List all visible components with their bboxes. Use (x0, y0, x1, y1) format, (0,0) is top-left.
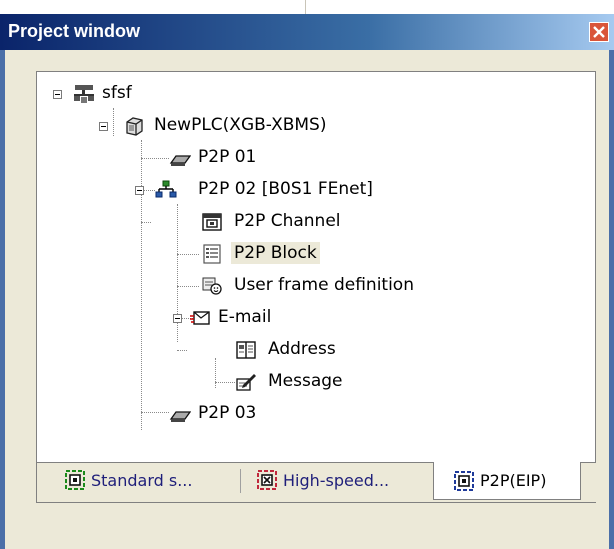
tree-item-label: Message (268, 371, 343, 391)
plc-cube-icon (126, 117, 143, 136)
window-title: Project window (8, 21, 141, 41)
tree-item-email[interactable]: E-mail (37, 306, 337, 330)
high-speed-icon (257, 470, 277, 490)
tree-item-p2p-03[interactable]: P2P 03 (37, 402, 257, 426)
tab-label: Standard s... (91, 470, 193, 490)
block-list-icon (203, 244, 221, 264)
tab-label: P2P(EIP) (480, 471, 547, 490)
tree-item-label: sfsf (102, 83, 132, 103)
message-edit-icon (236, 374, 256, 391)
tree-item-sfsf[interactable]: sfsf (37, 82, 237, 106)
tab-label: High-speed... (283, 470, 390, 490)
tree-item-label: P2P 01 (198, 147, 257, 167)
project-window: Project window sfsf NewPLC(XGB-XBMS) P2P… (0, 14, 614, 549)
channel-icon (202, 213, 222, 231)
tab-bar: Standard s... High-speed... P2P(EIP) (36, 462, 596, 503)
tree-item-label: E-mail (218, 307, 272, 327)
tree-item-user-frame-definition[interactable]: User frame definition (37, 274, 477, 298)
collapse-toggle[interactable] (173, 314, 182, 323)
tree-item-p2p-channel[interactable]: P2P Channel (37, 210, 397, 234)
window-right-border (609, 50, 614, 549)
close-button[interactable] (589, 22, 609, 42)
address-book-icon (236, 341, 256, 359)
close-icon (593, 26, 605, 38)
title-bar[interactable]: Project window (0, 14, 614, 50)
email-icon (190, 311, 210, 325)
tab-standard-settings[interactable]: Standard s... (65, 463, 192, 497)
tab-p2p-eip[interactable]: P2P(EIP) (433, 462, 581, 500)
tree-item-label: Address (268, 339, 336, 359)
collapse-toggle[interactable] (53, 90, 62, 99)
tree-item-label: User frame definition (234, 275, 414, 295)
user-frame-icon (202, 277, 222, 295)
collapse-toggle[interactable] (99, 122, 108, 131)
tree-item-message[interactable]: Message (37, 370, 377, 394)
p2p-module-icon (169, 155, 191, 166)
standard-settings-icon (65, 470, 85, 490)
collapse-toggle[interactable] (135, 186, 144, 195)
tab-high-speed[interactable]: High-speed... (257, 463, 389, 497)
tree-item-label: P2P Channel (234, 211, 341, 231)
project-network-icon (74, 85, 94, 103)
tree-item-label: P2P 02 [B0S1 FEnet] (198, 179, 373, 199)
tree-item-label: P2P 03 (198, 403, 257, 423)
p2p-module-icon (169, 411, 191, 422)
tree-item-p2p-02[interactable]: P2P 02 [B0S1 FEnet] (37, 178, 417, 202)
tree-item-p2p-01[interactable]: P2P 01 (37, 146, 257, 170)
project-tree[interactable]: sfsf NewPLC(XGB-XBMS) P2P 01 P2P 02 [B0S… (36, 71, 596, 463)
window-left-border (0, 50, 5, 549)
network-tree-icon (155, 180, 177, 198)
tab-separator (240, 469, 241, 493)
tree-item-p2p-block[interactable]: P2P Block (37, 242, 397, 266)
p2p-eip-icon (454, 470, 474, 491)
tree-item-label: NewPLC(XGB-XBMS) (154, 115, 327, 135)
background-grid-line (305, 0, 306, 14)
background-top (0, 0, 614, 14)
tree-item-newplc[interactable]: NewPLC(XGB-XBMS) (37, 114, 357, 138)
tree-item-label: P2P Block (231, 242, 320, 264)
tree-item-address[interactable]: Address (37, 338, 377, 362)
